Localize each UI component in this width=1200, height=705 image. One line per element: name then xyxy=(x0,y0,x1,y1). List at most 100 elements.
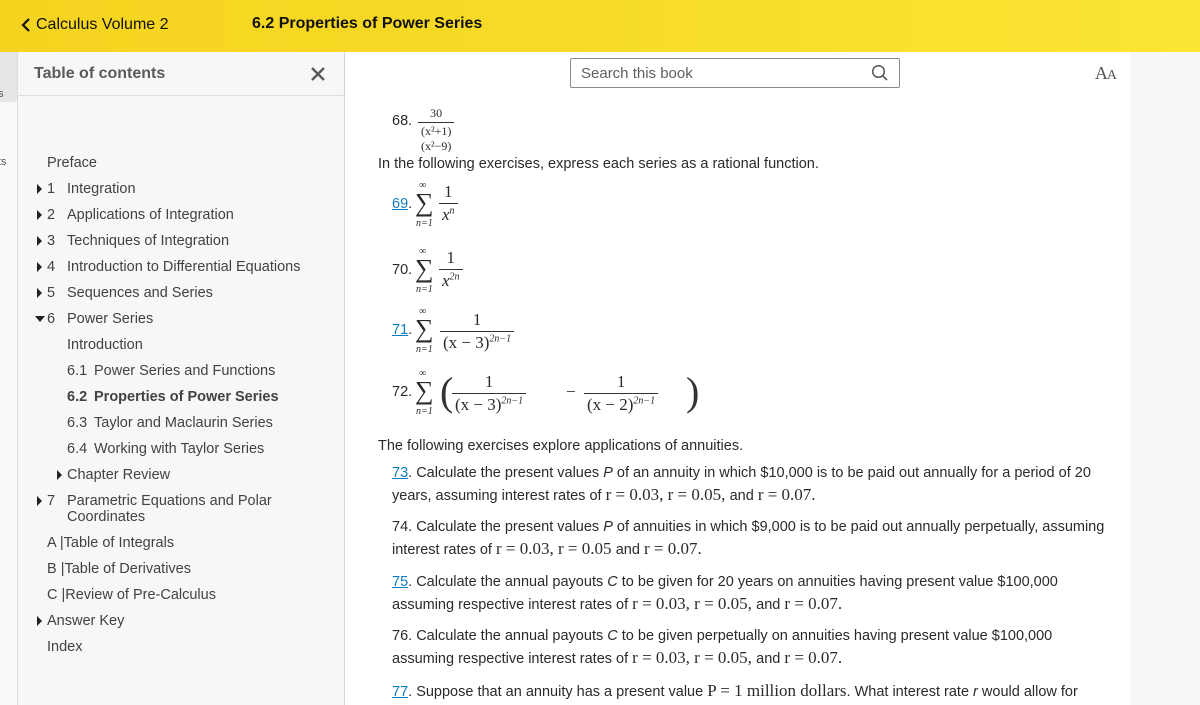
strip-tab-fragment[interactable]: s xyxy=(0,88,4,100)
caret-right-icon[interactable] xyxy=(37,210,42,220)
caret-right-icon[interactable] xyxy=(37,616,42,626)
exercise-70: 70. ∞ ∑ n=1 1 x2n xyxy=(392,246,592,298)
toc-item-number: 7 xyxy=(47,493,56,509)
exercise-text: and xyxy=(756,597,785,613)
toc-item-chapter-3[interactable]: 3 Techniques of Integration xyxy=(37,233,230,249)
numerator: 30 xyxy=(430,106,443,120)
toc-item-label: Chapter Review xyxy=(67,467,171,483)
toc-item-index[interactable]: Index xyxy=(47,639,82,655)
exercise-text: of annuities in which $9,000 is to be pa… xyxy=(612,519,1105,535)
toc-item-label: B |Table of Derivatives xyxy=(47,561,191,577)
exercise-text: . Calculate the annual payouts xyxy=(408,628,608,644)
numerator: 1 xyxy=(484,372,494,391)
exercise-link-71[interactable]: 71 xyxy=(392,322,408,338)
fraction-2: 1 (x − 2)2n−1 xyxy=(584,372,659,415)
caret-right-icon[interactable] xyxy=(57,470,62,480)
book-title: Calculus Volume 2 xyxy=(36,16,169,33)
toc-item-number: 2 xyxy=(47,207,56,223)
period: . xyxy=(408,196,413,212)
close-icon[interactable] xyxy=(308,64,328,84)
toc-item-number: 1 xyxy=(47,181,56,197)
exercise-text: assuming respective interest rates of xyxy=(392,651,633,667)
toc-item-label: Sequences and Series xyxy=(67,285,213,301)
toc-item-label: Taylor and Maclaurin Series xyxy=(94,415,273,431)
toc-item-chapter-4[interactable]: 4 Introduction to Differential Equations xyxy=(37,259,301,275)
exercise-link-69[interactable]: 69 xyxy=(392,196,408,212)
caret-down-icon[interactable] xyxy=(35,316,45,322)
toc-item-chapter-6[interactable]: 6 Power Series xyxy=(35,311,154,327)
strip-tab-fragment[interactable]: ts xyxy=(0,156,7,168)
toc-item-chapter-5[interactable]: 5 Sequences and Series xyxy=(37,285,213,301)
caret-right-icon[interactable] xyxy=(37,236,42,246)
toc-item-chapter-1[interactable]: 1 Integration xyxy=(37,181,136,197)
toc-item-preface[interactable]: Preface xyxy=(47,155,97,171)
toc-item-appendix-b[interactable]: B |Table of Derivatives xyxy=(47,561,191,577)
math-expression: r = 0.03, xyxy=(495,539,558,558)
exercise-text: of an annuity in which $10,000 is to be … xyxy=(612,465,1091,481)
toc-item-6-3[interactable]: 6.3 Taylor and Maclaurin Series xyxy=(67,415,273,431)
toc-item-label-continued: Coordinates xyxy=(67,509,146,525)
caret-right-icon[interactable] xyxy=(37,288,42,298)
exercise-text: years, assuming interest rates of xyxy=(392,488,606,504)
exercise-link-75[interactable]: 75 xyxy=(392,574,408,590)
math-expression: r = 0.05 xyxy=(557,539,616,558)
exercise-text: and xyxy=(615,542,644,558)
toc-item-label: Power Series xyxy=(67,311,154,327)
back-to-book-link[interactable]: Calculus Volume 2 xyxy=(18,15,169,35)
caret-right-icon[interactable] xyxy=(37,262,42,272)
toc-item-chapter-2[interactable]: 2 Applications of Integration xyxy=(37,207,234,223)
toc-item-label: Answer Key xyxy=(47,613,125,629)
math-expression: r = 0.03, xyxy=(632,648,695,667)
numerator: 1 xyxy=(616,372,626,391)
caret-right-icon[interactable] xyxy=(37,184,42,194)
font-size-button[interactable]: AA xyxy=(1095,63,1117,84)
exercise-text: . Calculate the annual payouts xyxy=(408,574,608,590)
exercise-text: and xyxy=(729,488,758,504)
toc-item-6-1[interactable]: 6.1 Power Series and Functions xyxy=(67,363,275,379)
period: . xyxy=(408,322,413,338)
toc-item-6-4[interactable]: 6.4 Working with Taylor Series xyxy=(67,441,264,457)
exercise-text: would allow for xyxy=(977,684,1078,700)
math-expression: r = 0.07. xyxy=(784,648,843,667)
search-box xyxy=(570,58,900,88)
denominator-exponent: 2n−1 xyxy=(501,395,524,407)
toc-item-introduction[interactable]: Introduction xyxy=(67,337,143,353)
denominator-base: x xyxy=(442,205,450,224)
toc-item-answer-key[interactable]: Answer Key xyxy=(37,613,125,629)
toc-sidebar: Table of contents Preface 1 Integration 2… xyxy=(18,52,345,705)
toc-item-label: Techniques of Integration xyxy=(67,233,230,249)
sum-lower-limit: n=1 xyxy=(416,406,433,417)
exercise-link-77[interactable]: 77 xyxy=(392,684,408,700)
numerator: 1 xyxy=(446,248,456,267)
math-expression: r = 0.07. xyxy=(784,594,843,613)
instruction-series: In the following exercises, express each… xyxy=(378,156,819,172)
toc-item-chapter-7[interactable]: 7 Parametric Equations and Polar Coordina… xyxy=(37,493,272,525)
toc-item-appendix-a[interactable]: A |Table of Integrals xyxy=(47,535,174,551)
fraction: 1 x2n xyxy=(439,248,463,291)
toc-item-label: A |Table of Integrals xyxy=(47,535,175,551)
variable: P xyxy=(603,465,613,481)
exercise-text: . Calculate the present values xyxy=(408,519,604,535)
exercise-number: 68. xyxy=(392,113,413,129)
fraction: 1 xn xyxy=(439,182,458,225)
sum-lower-limit: n=1 xyxy=(416,218,433,229)
sigma-icon: ∑ xyxy=(415,254,434,283)
exercise-link-73[interactable]: 73 xyxy=(392,465,408,481)
toc-item-label: Properties of Power Series xyxy=(94,389,279,405)
toc-item-number: 6.1 xyxy=(67,363,88,379)
toc-item-number: 5 xyxy=(47,285,56,301)
denominator-base: (x − 3) xyxy=(455,395,502,414)
chevron-left-icon xyxy=(18,15,34,35)
sum-lower-limit: n=1 xyxy=(416,284,433,295)
exercise-text: . Calculate the present values xyxy=(408,465,604,481)
toc-item-appendix-c[interactable]: C |Review of Pre-Calculus xyxy=(47,587,216,603)
toc-item-chapter-review[interactable]: Chapter Review xyxy=(57,467,171,483)
exercise-text: assuming respective interest rates of xyxy=(392,597,633,613)
toc-item-6-2-active[interactable]: 6.2 Properties of Power Series xyxy=(67,389,279,405)
toc-item-number: 3 xyxy=(47,233,56,249)
exercise-number: 76 xyxy=(392,628,409,644)
caret-right-icon[interactable] xyxy=(37,496,42,506)
search-input[interactable] xyxy=(581,64,871,82)
minus-sign: − xyxy=(566,382,576,401)
search-icon[interactable] xyxy=(871,64,889,82)
